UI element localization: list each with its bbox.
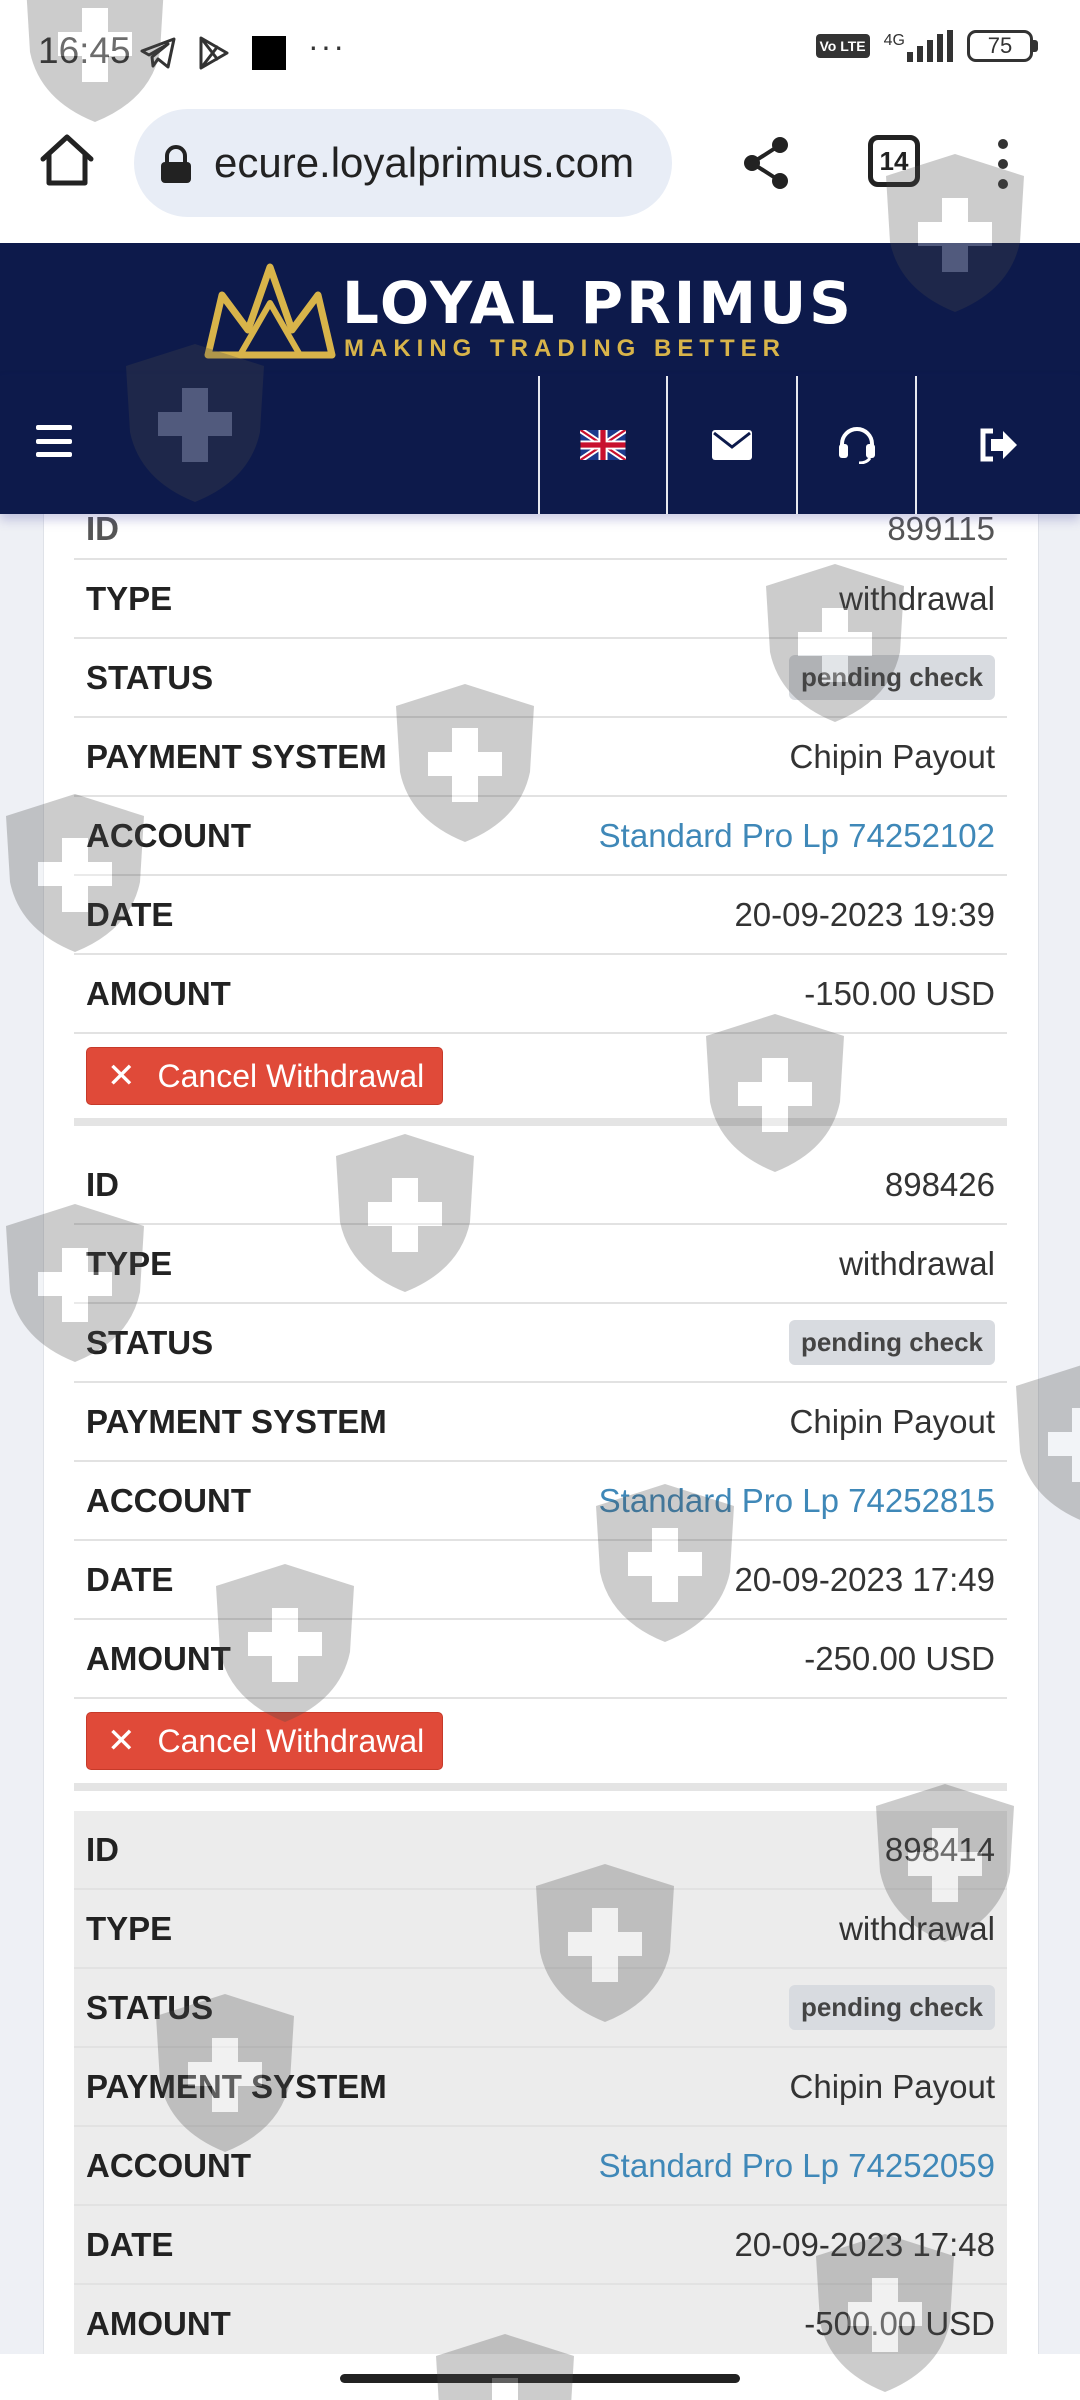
status-badge: pending check — [788, 1985, 995, 2030]
logout-button[interactable] — [915, 376, 1080, 514]
cancel-withdrawal-button[interactable]: ✕ Cancel Withdrawal — [86, 1047, 444, 1105]
transaction-row-type: TYPE withdrawal — [74, 560, 1007, 639]
url-text: ecure.loyalprimus.com — [214, 139, 635, 186]
cancel-withdrawal-button[interactable]: ✕ Cancel Withdrawal — [86, 1712, 444, 1770]
account-link[interactable]: Standard Pro Lp 74252059 — [599, 2147, 995, 2185]
transaction-id: 898414 — [884, 1830, 995, 1868]
battery-icon: 75 — [967, 30, 1038, 62]
transaction-row-date: DATE 20-09-2023 17:49 — [74, 1541, 1007, 1620]
brand-name: LOYAL PRIMUS — [342, 269, 854, 337]
telegram-icon — [140, 37, 176, 68]
close-icon: ✕ — [107, 1057, 136, 1095]
transaction-row-status: STATUS pending check — [74, 639, 1007, 718]
transaction-row-account: ACCOUNT Standard Pro Lp 74252059 — [74, 2127, 1007, 2206]
gesture-handle[interactable] — [340, 2374, 740, 2383]
site-nav — [0, 376, 1080, 514]
account-link[interactable]: Standard Pro Lp 74252815 — [599, 1482, 995, 1520]
status-time: 16:45 — [38, 30, 131, 71]
transaction-row-date: DATE 20-09-2023 19:39 — [74, 876, 1007, 955]
transaction-record: ID 898414 TYPE withdrawal STATUS pending… — [74, 1811, 1007, 2364]
transaction-row-status: STATUS pending check — [74, 1969, 1007, 2048]
language-button[interactable] — [538, 376, 666, 514]
share-icon[interactable] — [740, 135, 792, 191]
headset-icon — [838, 427, 875, 464]
close-icon: ✕ — [107, 1722, 136, 1760]
more-notifications-icon: ··· — [308, 28, 346, 64]
hamburger-menu-icon[interactable] — [36, 425, 72, 457]
transaction-row-account: ACCOUNT Standard Pro Lp 74252102 — [74, 797, 1007, 876]
transaction-id: 899115 — [887, 510, 995, 547]
play-store-icon — [199, 36, 229, 69]
notification-icons: ··· — [140, 28, 346, 71]
account-link[interactable]: Standard Pro Lp 74252102 — [599, 817, 995, 855]
transaction-row-amount: AMOUNT -250.00 USD — [74, 1620, 1007, 1699]
tab-switcher-button[interactable]: 14 — [868, 135, 920, 187]
browser-toolbar: ecure.loyalprimus.com 14 — [0, 105, 1080, 243]
battery-level: 75 — [967, 30, 1033, 62]
transaction-row-account: ACCOUNT Standard Pro Lp 74252815 — [74, 1462, 1007, 1541]
more-menu-icon[interactable] — [990, 139, 1016, 189]
transaction-row-status: STATUS pending check — [74, 1304, 1007, 1383]
status-bar: 16:45 ··· Vo LTE 4G 75 — [0, 0, 1080, 105]
brand-tagline: MAKING TRADING BETTER — [344, 335, 786, 362]
envelope-icon — [712, 430, 752, 460]
home-icon[interactable] — [38, 131, 96, 189]
transaction-row-id: ID 898414 — [74, 1811, 1007, 1890]
status-badge: pending check — [788, 655, 995, 700]
lock-icon — [161, 145, 191, 183]
transaction-row-amount: AMOUNT -500.00 USD — [74, 2285, 1007, 2364]
site-header: LOYAL PRIMUS MAKING TRADING BETTER — [0, 243, 1080, 376]
transaction-row-payment-system: PAYMENT SYSTEM Chipin Payout — [74, 1383, 1007, 1462]
address-bar[interactable]: ecure.loyalprimus.com — [134, 109, 672, 217]
transaction-row-id: ID 898426 — [74, 1146, 1007, 1225]
transaction-row-payment-system: PAYMENT SYSTEM Chipin Payout — [74, 718, 1007, 797]
messages-button[interactable] — [666, 376, 796, 514]
transaction-record: ID 899115 TYPE withdrawal STATUS pending… — [74, 480, 1007, 1126]
status-badge: pending check — [788, 1320, 995, 1365]
transaction-row-type: TYPE withdrawal — [74, 1225, 1007, 1304]
transaction-id: 898426 — [884, 1165, 995, 1203]
transaction-record: ID 898426 TYPE withdrawal STATUS pending… — [74, 1146, 1007, 1791]
volte-icon: Vo LTE — [815, 34, 870, 58]
transaction-row-payment-system: PAYMENT SYSTEM Chipin Payout — [74, 2048, 1007, 2127]
system-icons: Vo LTE 4G 75 — [815, 30, 1038, 62]
network-type: 4G — [883, 32, 905, 49]
transaction-row-amount: AMOUNT -150.00 USD — [74, 955, 1007, 1034]
navigation-bar — [0, 2354, 1080, 2400]
transaction-row-date: DATE 20-09-2023 17:48 — [74, 2206, 1007, 2285]
transaction-row-type: TYPE withdrawal — [74, 1890, 1007, 1969]
brand-logo[interactable]: LOYAL PRIMUS MAKING TRADING BETTER — [200, 255, 880, 367]
signal-icon — [907, 30, 953, 62]
crown-logo-icon — [204, 263, 336, 359]
square-app-icon — [252, 35, 286, 70]
uk-flag-icon — [580, 430, 626, 460]
logout-icon — [980, 428, 1017, 462]
support-button[interactable] — [796, 376, 915, 514]
transactions-list: ID 899115 TYPE withdrawal STATUS pending… — [74, 480, 1007, 2384]
